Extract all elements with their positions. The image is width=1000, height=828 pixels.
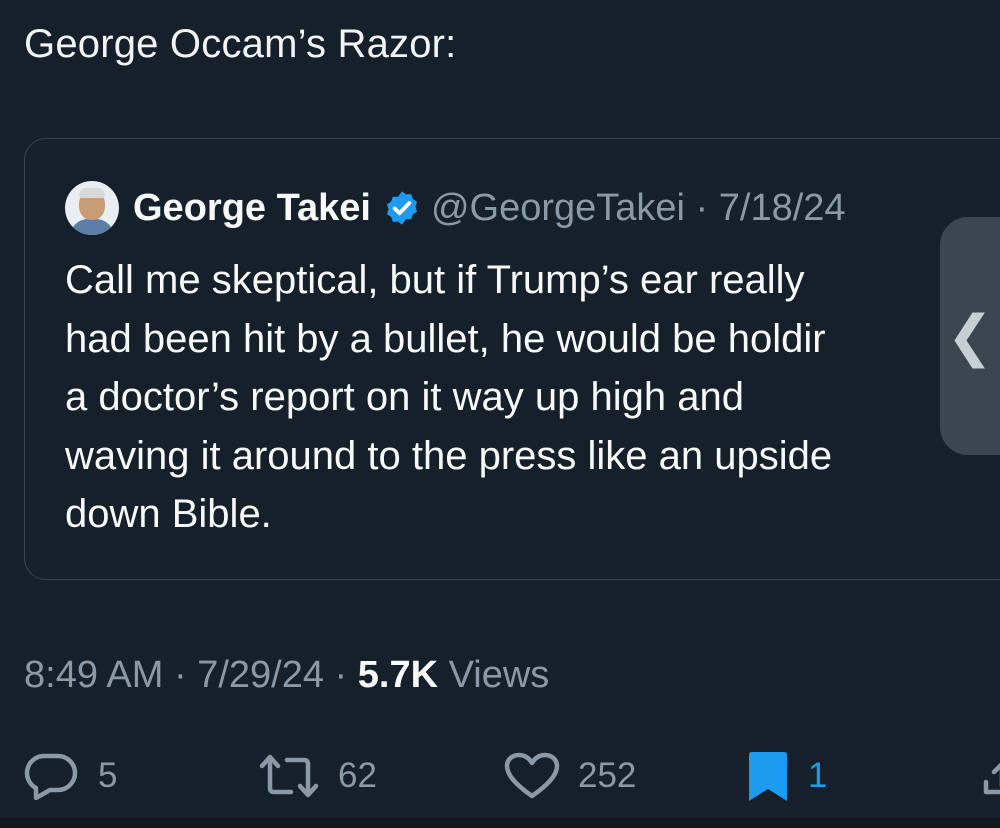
reply-count: 5	[98, 756, 118, 795]
repost-icon	[259, 754, 319, 798]
like-button[interactable]: 252	[504, 748, 636, 804]
bookmark-count: 1	[808, 756, 828, 795]
handle-and-date[interactable]: @GeorgeTakei · 7/18/24	[431, 187, 846, 230]
quoted-line: Call me skeptical, but if Trump’s ear re…	[65, 258, 805, 302]
avatar[interactable]	[65, 181, 119, 235]
tweet-text: George Occam’s Razor:	[24, 22, 457, 66]
tweet-meta: 8:49 AM · 7/29/24 · 5.7K Views	[24, 654, 549, 697]
side-panel-handle[interactable]: ❮	[940, 217, 1000, 455]
quoted-tweet-header: George Takei @GeorgeTakei · 7/18/24	[65, 179, 846, 237]
timestamp[interactable]: 8:49 AM · 7/29/24 ·	[24, 654, 358, 696]
author-name[interactable]: George Takei	[133, 187, 371, 230]
quoted-line: waving it around to the press like an up…	[65, 433, 833, 478]
reply-icon	[24, 753, 78, 800]
reply-button[interactable]: 5	[24, 748, 117, 804]
quoted-line: down Bible.	[65, 492, 272, 536]
like-icon	[504, 752, 560, 799]
quoted-line: had been hit by a bullet, he would be ho…	[65, 316, 826, 361]
quoted-tweet-card[interactable]: George Takei @GeorgeTakei · 7/18/24 Call…	[24, 138, 1000, 580]
share-icon[interactable]	[982, 758, 1000, 798]
bookmark-icon	[749, 752, 787, 801]
quoted-line: a doctor’s report on it way up high and	[65, 375, 744, 419]
quoted-tweet-text: Call me skeptical, but if Trump’s ear re…	[65, 251, 995, 544]
chevron-left-icon: ❮	[946, 304, 994, 367]
like-count: 252	[578, 756, 637, 795]
bottom-divider	[0, 818, 1000, 828]
repost-count: 62	[338, 756, 377, 795]
bookmark-button[interactable]: 1	[746, 748, 827, 804]
verified-badge-icon	[386, 191, 417, 225]
repost-button[interactable]: 62	[258, 748, 377, 804]
views-label: Views	[438, 654, 550, 696]
views-count: 5.7K	[357, 654, 439, 696]
